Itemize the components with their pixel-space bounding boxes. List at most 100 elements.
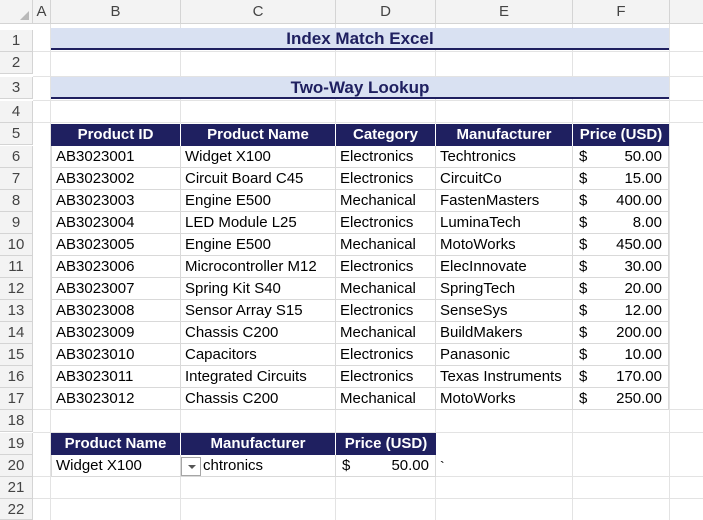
price-cell[interactable]: $8.00 xyxy=(573,212,669,234)
product-name-cell[interactable]: Engine E500 xyxy=(181,190,336,212)
header-product-id[interactable]: Product ID xyxy=(51,124,181,146)
price-cell[interactable]: $50.00 xyxy=(573,146,669,168)
row-header[interactable]: 17 xyxy=(0,388,33,410)
product-name-cell[interactable]: LED Module L25 xyxy=(181,212,336,234)
price-cell[interactable]: $30.00 xyxy=(573,256,669,278)
lookup-header-product-name[interactable]: Product Name xyxy=(51,433,181,455)
product-id-cell[interactable]: AB3023003 xyxy=(51,190,181,212)
price-cell[interactable]: $20.00 xyxy=(573,278,669,300)
header-product-name[interactable]: Product Name xyxy=(181,124,336,146)
row-header[interactable]: 18 xyxy=(0,410,33,432)
product-id-cell[interactable]: AB3023009 xyxy=(51,322,181,344)
product-name-cell[interactable]: Capacitors xyxy=(181,344,336,366)
product-name-cell[interactable]: Chassis C200 xyxy=(181,322,336,344)
column-header-g[interactable] xyxy=(670,0,703,24)
row-header[interactable]: 10 xyxy=(0,234,33,256)
lookup-header-price[interactable]: Price (USD) xyxy=(336,433,436,455)
category-cell[interactable]: Mechanical xyxy=(336,322,436,344)
product-name-cell[interactable]: Circuit Board C45 xyxy=(181,168,336,190)
product-id-cell[interactable]: AB3023012 xyxy=(51,388,181,410)
row-header[interactable]: 19 xyxy=(0,433,33,455)
lookup-price-cell[interactable]: $ 50.00 xyxy=(336,455,436,477)
manufacturer-cell[interactable]: ElecInnovate xyxy=(436,256,573,278)
manufacturer-cell[interactable]: BuildMakers xyxy=(436,322,573,344)
category-cell[interactable]: Electronics xyxy=(336,344,436,366)
manufacturer-cell[interactable]: Texas Instruments xyxy=(436,366,573,388)
manufacturer-cell[interactable]: FastenMasters xyxy=(436,190,573,212)
product-id-cell[interactable]: AB3023005 xyxy=(51,234,181,256)
category-cell[interactable]: Electronics xyxy=(336,146,436,168)
price-cell[interactable]: $250.00 xyxy=(573,388,669,410)
product-id-cell[interactable]: AB3023008 xyxy=(51,300,181,322)
row-header[interactable]: 4 xyxy=(0,101,33,123)
lookup-product-name-cell[interactable]: Widget X100 xyxy=(51,455,181,477)
category-cell[interactable]: Electronics xyxy=(336,256,436,278)
manufacturer-cell[interactable]: MotoWorks xyxy=(436,234,573,256)
row-header[interactable]: 15 xyxy=(0,344,33,366)
product-id-cell[interactable]: AB3023011 xyxy=(51,366,181,388)
manufacturer-cell[interactable]: SpringTech xyxy=(436,278,573,300)
column-header-f[interactable]: F xyxy=(573,0,670,24)
section-title[interactable]: Two-Way Lookup xyxy=(51,77,669,99)
price-cell[interactable]: $450.00 xyxy=(573,234,669,256)
product-id-cell[interactable]: AB3023010 xyxy=(51,344,181,366)
header-price[interactable]: Price (USD) xyxy=(573,124,669,146)
category-cell[interactable]: Mechanical xyxy=(336,388,436,410)
category-cell[interactable]: Mechanical xyxy=(336,190,436,212)
product-id-cell[interactable]: AB3023002 xyxy=(51,168,181,190)
row-header[interactable]: 2 xyxy=(0,52,33,74)
row-header[interactable]: 13 xyxy=(0,300,33,322)
category-cell[interactable]: Electronics xyxy=(336,212,436,234)
header-category[interactable]: Category xyxy=(336,124,436,146)
product-name-cell[interactable]: Chassis C200 xyxy=(181,388,336,410)
manufacturer-cell[interactable]: Panasonic xyxy=(436,344,573,366)
price-cell[interactable]: $12.00 xyxy=(573,300,669,322)
product-id-cell[interactable]: AB3023004 xyxy=(51,212,181,234)
row-header[interactable]: 22 xyxy=(0,499,33,520)
product-name-cell[interactable]: Microcontroller M12 xyxy=(181,256,336,278)
column-header-e[interactable]: E xyxy=(436,0,573,24)
row-header[interactable]: 11 xyxy=(0,256,33,278)
select-all-corner[interactable] xyxy=(0,0,33,24)
category-cell[interactable]: Electronics xyxy=(336,168,436,190)
category-cell[interactable]: Electronics xyxy=(336,300,436,322)
row-header[interactable]: 9 xyxy=(0,212,33,234)
manufacturer-cell[interactable]: MotoWorks xyxy=(436,388,573,410)
price-cell[interactable]: $15.00 xyxy=(573,168,669,190)
product-name-cell[interactable]: Integrated Circuits xyxy=(181,366,336,388)
category-cell[interactable]: Mechanical xyxy=(336,278,436,300)
product-id-cell[interactable]: AB3023001 xyxy=(51,146,181,168)
page-title[interactable]: Index Match Excel xyxy=(51,28,669,50)
product-name-cell[interactable]: Spring Kit S40 xyxy=(181,278,336,300)
manufacturer-cell[interactable]: Techtronics xyxy=(436,146,573,168)
header-manufacturer[interactable]: Manufacturer xyxy=(436,124,573,146)
product-id-cell[interactable]: AB3023007 xyxy=(51,278,181,300)
product-name-cell[interactable]: Sensor Array S15 xyxy=(181,300,336,322)
price-cell[interactable]: $10.00 xyxy=(573,344,669,366)
row-header[interactable]: 8 xyxy=(0,190,33,212)
category-cell[interactable]: Mechanical xyxy=(336,234,436,256)
manufacturer-cell[interactable]: CircuitCo xyxy=(436,168,573,190)
row-header[interactable]: 6 xyxy=(0,146,33,168)
row-header[interactable]: 7 xyxy=(0,168,33,190)
manufacturer-cell[interactable]: SenseSys xyxy=(436,300,573,322)
column-header-c[interactable]: C xyxy=(181,0,336,24)
product-id-cell[interactable]: AB3023006 xyxy=(51,256,181,278)
price-cell[interactable]: $170.00 xyxy=(573,366,669,388)
product-name-cell[interactable]: Engine E500 xyxy=(181,234,336,256)
price-cell[interactable]: $200.00 xyxy=(573,322,669,344)
lookup-header-manufacturer[interactable]: Manufacturer xyxy=(181,433,336,455)
manufacturer-cell[interactable]: LuminaTech xyxy=(436,212,573,234)
row-header[interactable]: 20 xyxy=(0,455,33,477)
row-header[interactable]: 16 xyxy=(0,366,33,388)
price-cell[interactable]: $400.00 xyxy=(573,190,669,212)
row-header[interactable]: 21 xyxy=(0,477,33,499)
column-header-a[interactable]: A xyxy=(33,0,51,24)
dropdown-arrow-icon[interactable] xyxy=(181,457,201,476)
row-header[interactable]: 1 xyxy=(0,30,33,52)
row-header[interactable]: 3 xyxy=(0,77,33,99)
row-header[interactable]: 14 xyxy=(0,322,33,344)
row-header[interactable]: 5 xyxy=(0,123,33,145)
category-cell[interactable]: Electronics xyxy=(336,366,436,388)
column-header-b[interactable]: B xyxy=(51,0,181,24)
